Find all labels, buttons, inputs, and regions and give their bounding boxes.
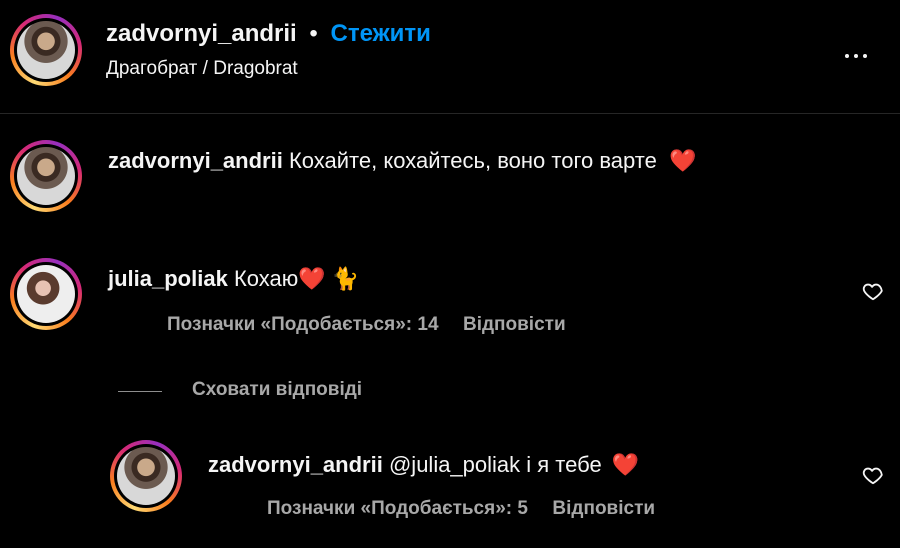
follow-button[interactable]: Стежити <box>330 20 430 47</box>
comment-text: Кохаю <box>233 266 299 291</box>
reply-text: @julia_poliak і я тебе <box>388 452 602 477</box>
comment-avatar[interactable] <box>10 258 82 330</box>
header-dot: • <box>309 20 318 47</box>
more-horizontal-icon[interactable] <box>842 45 869 63</box>
avatar-image <box>17 265 75 323</box>
caption-text: Кохайте, кохайтесь, воно того варте <box>288 148 657 173</box>
comment-text-row: julia_poliak Кохаю❤️ 🐈 <box>108 266 359 292</box>
reply-meta: Позначки «Подобається»: 5 Відповісти <box>267 498 655 520</box>
comment-username[interactable]: julia_poliak <box>108 266 228 291</box>
header-title-row: zadvornyi_andrii • Стежити <box>106 20 431 48</box>
caption-avatar[interactable] <box>10 140 82 212</box>
avatar-image <box>17 147 75 205</box>
header-avatar[interactable] <box>10 14 82 86</box>
reply-text-row: zadvornyi_andrii @julia_poliak і я тебе … <box>208 452 639 478</box>
header-divider <box>0 113 900 114</box>
reply-username[interactable]: zadvornyi_andrii <box>208 452 383 477</box>
header-location[interactable]: Драгобрат / Dragobrat <box>106 58 298 80</box>
comment-emoji: ❤️ 🐈 <box>298 266 360 291</box>
comment-meta: Позначки «Подобається»: 14 Відповісти <box>167 314 566 336</box>
heart-emoji: ❤️ <box>611 452 640 477</box>
caption-username[interactable]: zadvornyi_andrii <box>108 148 283 173</box>
replies-line <box>118 391 162 392</box>
caption-text-row: zadvornyi_andrii Кохайте, кохайтесь, вон… <box>108 148 696 174</box>
reply-avatar[interactable] <box>110 440 182 512</box>
heart-outline-icon[interactable] <box>862 280 884 302</box>
reply-likes[interactable]: Позначки «Подобається»: 5 <box>267 498 528 519</box>
header-username[interactable]: zadvornyi_andrii <box>106 20 297 47</box>
avatar-image <box>17 21 75 79</box>
hide-replies-button[interactable]: Сховати відповіді <box>192 379 362 401</box>
heart-outline-icon[interactable] <box>862 464 884 486</box>
reply-reply-button[interactable]: Відповісти <box>552 498 655 519</box>
comment-likes[interactable]: Позначки «Подобається»: 14 <box>167 314 439 335</box>
heart-emoji: ❤️ <box>668 148 697 173</box>
avatar-image <box>117 447 175 505</box>
comment-reply-button[interactable]: Відповісти <box>463 314 566 335</box>
